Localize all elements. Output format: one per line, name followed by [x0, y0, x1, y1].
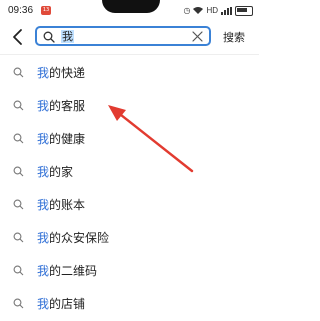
search-icon [43, 31, 55, 43]
alarm-icon: ◷ [183, 6, 191, 15]
search-icon [13, 265, 24, 276]
suggestion-label: 我的快递 [37, 66, 86, 80]
search-icon [13, 100, 24, 111]
search-icon [13, 133, 24, 144]
suggestion-label: 我的众安保险 [37, 231, 110, 245]
status-icons: ◷ HD [183, 5, 253, 16]
chevron-left-icon [13, 29, 22, 45]
status-bar: 09:36 13 ◷ HD [0, 0, 259, 22]
suggestion-item[interactable]: 我的家 [0, 155, 259, 188]
search-query-text: 我 [61, 30, 74, 43]
suggestion-item[interactable]: 我的店铺 [0, 287, 259, 320]
suggestion-item[interactable]: 我的二维码 [0, 254, 259, 287]
network-type-label: HD [206, 6, 218, 15]
suggestion-label: 我的二维码 [37, 264, 98, 278]
status-time: 09:36 [8, 5, 34, 16]
suggestion-item[interactable]: 我的众安保险 [0, 221, 259, 254]
suggestion-label: 我的健康 [37, 132, 86, 146]
search-icon [13, 166, 24, 177]
suggestion-label: 我的账本 [37, 198, 86, 212]
suggestion-item[interactable]: 我的账本 [0, 188, 259, 221]
suggestion-list: 我的快递 我的客服 我的健康 我的家 我的账本 我的众安保险 我的二维码 我的店… [0, 56, 259, 320]
suggestion-label: 我的家 [37, 165, 74, 179]
suggestion-item[interactable]: 我的健康 [0, 122, 259, 155]
camera-notch [102, 0, 160, 13]
suggestion-item[interactable]: 我的客服 [0, 89, 259, 122]
back-button[interactable] [10, 27, 28, 47]
wifi-icon [193, 6, 204, 16]
search-icon [13, 199, 24, 210]
suggestion-label: 我的客服 [37, 99, 86, 113]
search-icon [13, 67, 24, 78]
search-input[interactable]: 我 [35, 26, 211, 46]
signal-icon [221, 6, 232, 15]
suggestion-label: 我的店铺 [37, 297, 86, 311]
notification-badge-icon: 13 [41, 6, 51, 15]
divider [0, 54, 259, 55]
search-button[interactable]: 搜索 [223, 29, 245, 45]
battery-icon [235, 5, 253, 16]
clear-icon[interactable] [192, 31, 203, 42]
search-icon [13, 232, 24, 243]
search-icon [13, 298, 24, 309]
suggestion-item[interactable]: 我的快递 [0, 56, 259, 89]
search-header: 我 搜索 [0, 22, 259, 52]
